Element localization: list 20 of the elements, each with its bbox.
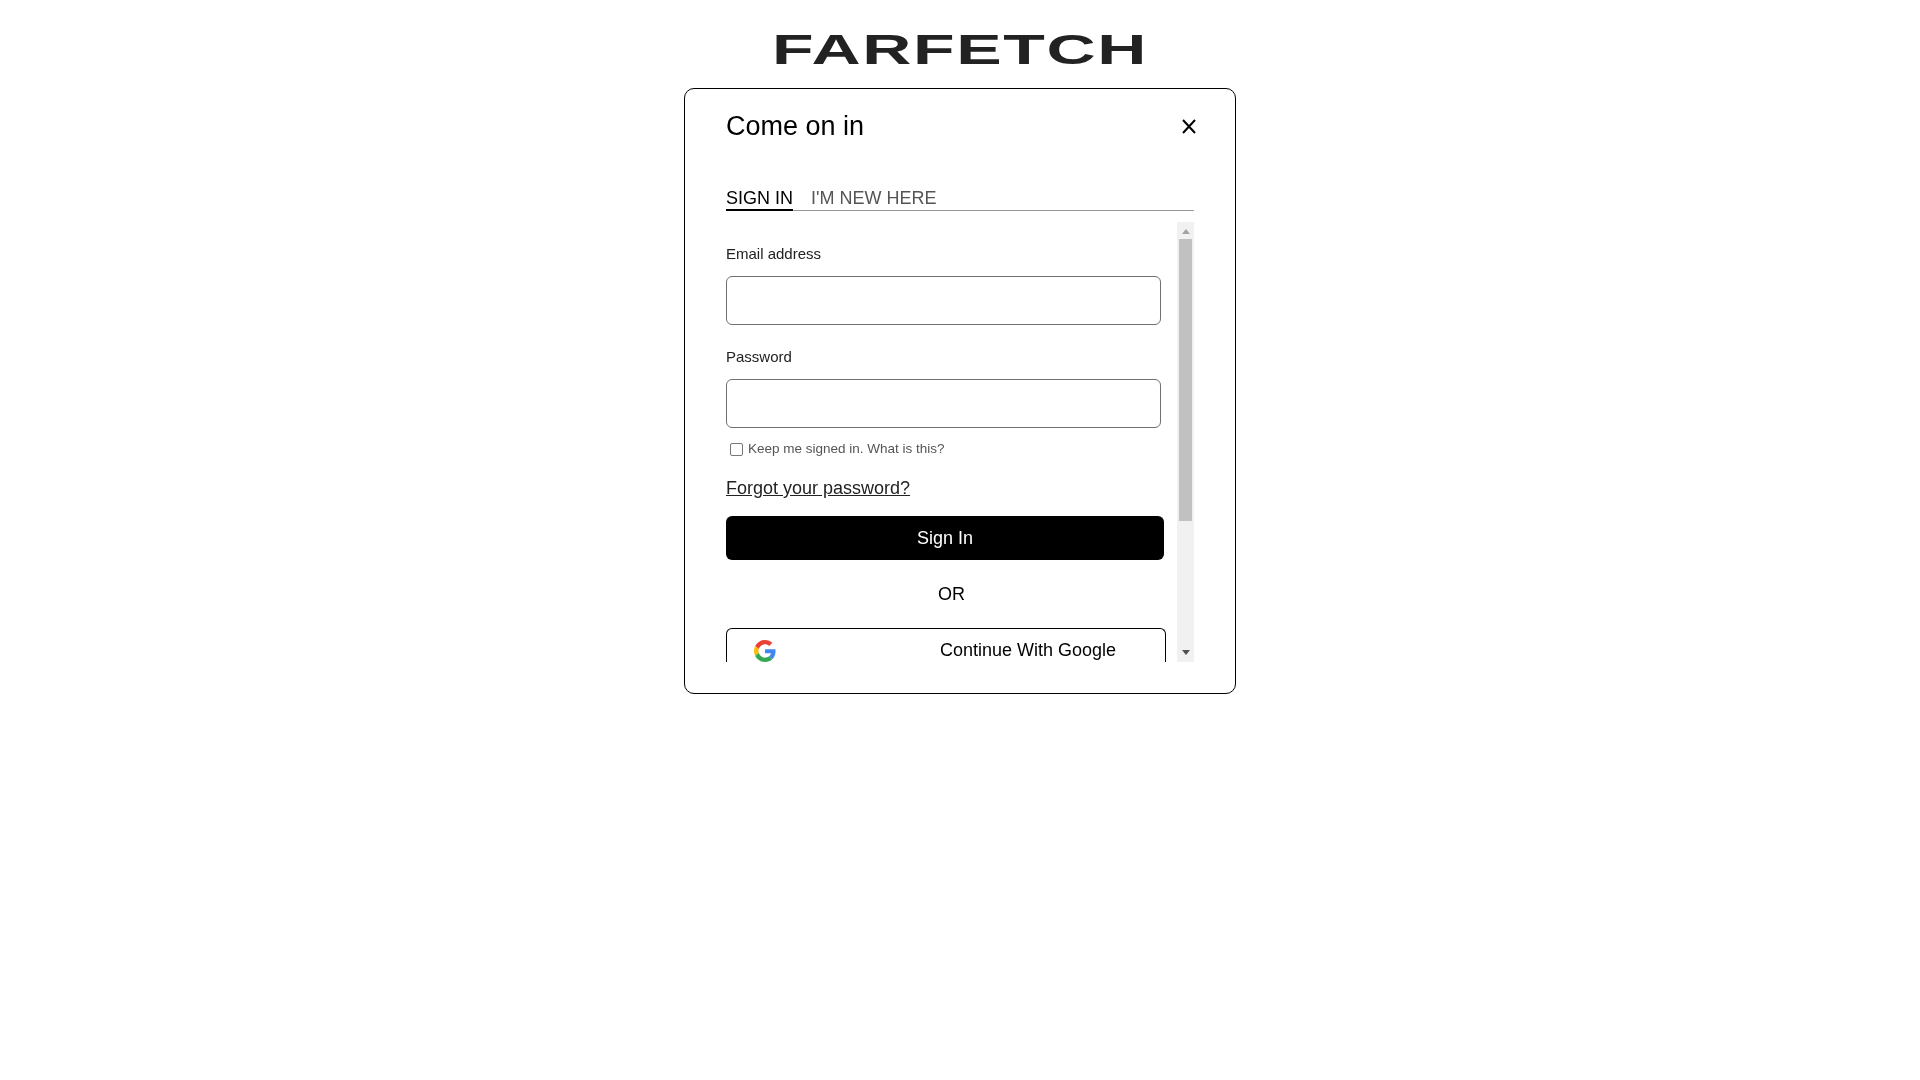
tab[interactable]: I'M NEW HERE xyxy=(811,187,937,211)
tab[interactable]: SIGN IN xyxy=(726,187,793,211)
dialog-title: Come on in xyxy=(726,110,865,142)
scrollbar[interactable] xyxy=(1177,222,1194,662)
field-label: Email address xyxy=(726,244,822,264)
sign-in-button[interactable]: Sign In xyxy=(726,516,1164,560)
checkbox-label: Keep me signed in. What is this? xyxy=(748,440,945,458)
input-field[interactable] xyxy=(726,276,1161,325)
input-field[interactable] xyxy=(726,379,1161,428)
social-login-button[interactable]: Continue With Google xyxy=(726,628,1166,662)
brand-logo[interactable]: FARFETCH xyxy=(772,29,1148,71)
or-divider-text: OR xyxy=(938,583,965,605)
scroll-down-arrow-icon[interactable] xyxy=(1181,650,1190,655)
checkbox[interactable] xyxy=(730,442,743,456)
close-icon xyxy=(1182,119,1196,134)
google-logo-icon xyxy=(754,640,776,662)
forgot-password-link[interactable]: Forgot your password? xyxy=(726,477,911,499)
field-label: Password xyxy=(726,347,792,367)
close-button[interactable] xyxy=(1182,119,1196,134)
scrollbar-thumb[interactable] xyxy=(1179,239,1192,521)
